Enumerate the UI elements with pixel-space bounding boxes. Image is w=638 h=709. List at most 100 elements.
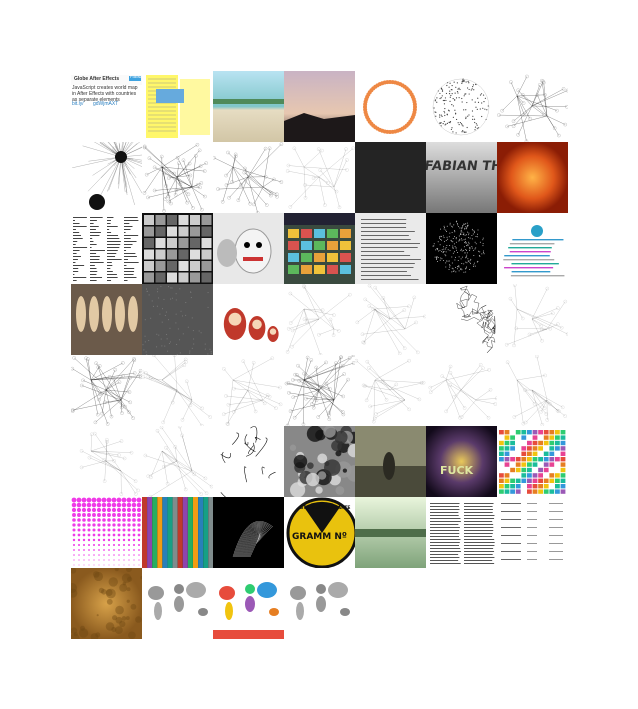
gallery-thumbnail[interactable] <box>497 284 568 355</box>
gallery-thumbnail[interactable] <box>213 284 284 355</box>
gallery-thumbnail[interactable] <box>71 142 142 213</box>
gallery-thumbnail[interactable] <box>355 284 426 355</box>
gallery-thumbnail[interactable] <box>284 355 355 426</box>
svg-text:FUCK: FUCK <box>440 464 474 477</box>
follow-button[interactable]: Follow <box>130 74 142 80</box>
gallery-thumbnail[interactable] <box>426 497 497 568</box>
thumbnail-image <box>142 497 213 568</box>
gallery-thumbnail[interactable] <box>497 71 568 142</box>
thumbnail-image <box>355 284 426 355</box>
thumbnail-image <box>71 497 142 568</box>
thumbnail-image <box>355 497 426 568</box>
gallery-thumbnail[interactable] <box>142 355 213 426</box>
thumbnail-image <box>213 284 284 355</box>
thumbnail-image <box>497 142 568 213</box>
thumbnail-image <box>355 142 426 213</box>
svg-text:STAHL-STECKKARTE: STAHL-STECKKARTE <box>300 505 351 511</box>
gallery-thumbnail[interactable]: Globe After Effects JavaScript creates wo… <box>71 71 142 142</box>
gallery-thumbnail[interactable] <box>497 497 568 568</box>
gallery-thumbnail[interactable] <box>284 142 355 213</box>
gallery-thumbnail[interactable] <box>142 284 213 355</box>
gallery-thumbnail[interactable] <box>71 355 142 426</box>
thumbnail-image <box>142 142 213 213</box>
gallery-thumbnail[interactable] <box>497 426 568 497</box>
gallery-thumbnail[interactable] <box>284 568 355 639</box>
gallery-thumbnail[interactable] <box>355 213 426 284</box>
gallery-thumbnail[interactable] <box>213 426 284 497</box>
gallery-thumbnail[interactable] <box>426 71 497 142</box>
gallery-thumbnail[interactable] <box>213 497 284 568</box>
gallery-thumbnail[interactable] <box>426 213 497 284</box>
thumbnail-image <box>213 142 284 213</box>
gallery-thumbnail[interactable] <box>213 71 284 142</box>
gallery-thumbnail[interactable] <box>497 213 568 284</box>
gallery-thumbnail[interactable] <box>71 426 142 497</box>
thumbnail-image <box>142 355 213 426</box>
gallery-thumbnail[interactable] <box>71 213 142 284</box>
thumbnail-image <box>426 213 497 284</box>
gallery-thumbnail[interactable] <box>213 213 284 284</box>
gallery-thumbnail[interactable] <box>142 426 213 497</box>
gallery-thumbnail[interactable] <box>71 497 142 568</box>
thumbnail-image <box>213 213 284 284</box>
thumbnail-image <box>284 568 355 639</box>
thumbnail-image <box>355 71 426 142</box>
gallery-thumbnail[interactable] <box>355 497 426 568</box>
thumbnail-image: FUCK <box>426 426 497 497</box>
thumbnail-image <box>213 71 284 142</box>
image-grid: Globe After Effects JavaScript creates wo… <box>71 71 568 639</box>
thumbnail-image <box>284 142 355 213</box>
gallery-thumbnail[interactable] <box>213 568 284 639</box>
thumbnail-image <box>213 497 284 568</box>
thumbnail-image <box>142 426 213 497</box>
thumbnail-image <box>142 213 213 284</box>
thumbnail-image <box>426 497 497 568</box>
gallery-thumbnail[interactable]: FABIAN THEBUI <box>426 142 497 213</box>
gallery-thumbnail[interactable] <box>355 355 426 426</box>
gallery-thumbnail[interactable] <box>426 284 497 355</box>
gallery-thumbnail[interactable] <box>284 71 355 142</box>
gallery-thumbnail[interactable] <box>142 213 213 284</box>
thumbnail-image <box>497 497 568 568</box>
gallery-thumbnail[interactable] <box>355 426 426 497</box>
thumbnail-image <box>142 568 213 639</box>
tweet-title: Globe After Effects <box>74 76 120 82</box>
tweet-link-code[interactable]: gdWjmAXT <box>93 101 118 107</box>
gallery-thumbnail[interactable] <box>142 142 213 213</box>
gallery-thumbnail[interactable] <box>426 355 497 426</box>
thumbnail-image <box>284 213 355 284</box>
thumbnail-image <box>497 355 568 426</box>
thumbnail-image <box>426 355 497 426</box>
gallery-thumbnail[interactable] <box>71 568 142 639</box>
thumbnail-image <box>71 426 142 497</box>
thumbnail-image <box>142 284 213 355</box>
thumbnail-image <box>497 71 568 142</box>
thumbnail-image <box>355 213 426 284</box>
thumbnail-image <box>497 426 568 497</box>
thumbnail-image <box>71 142 142 213</box>
svg-text:GRAMM Nº: GRAMM Nº <box>292 532 347 542</box>
thumbnail-image <box>71 355 142 426</box>
thumbnail-image <box>142 71 213 142</box>
gallery-thumbnail[interactable] <box>497 355 568 426</box>
gallery-thumbnail[interactable] <box>355 71 426 142</box>
gallery-thumbnail[interactable] <box>142 71 213 142</box>
gallery-thumbnail[interactable] <box>284 284 355 355</box>
thumbnail-image <box>213 355 284 426</box>
gallery-thumbnail[interactable]: STAHL-STECKKARTE GRAMM Nº <box>284 497 355 568</box>
gallery-thumbnail[interactable] <box>497 142 568 213</box>
gallery-thumbnail[interactable] <box>213 355 284 426</box>
gallery-thumbnail[interactable] <box>142 497 213 568</box>
tweet-link[interactable]: bit.ly/ <box>72 101 84 107</box>
gallery-thumbnail[interactable]: FUCK <box>426 426 497 497</box>
thumbnail-image <box>71 284 142 355</box>
gallery-thumbnail[interactable] <box>284 426 355 497</box>
gallery-thumbnail[interactable] <box>284 213 355 284</box>
gallery-thumbnail[interactable] <box>142 568 213 639</box>
thumbnail-image <box>284 355 355 426</box>
gallery-thumbnail[interactable] <box>355 142 426 213</box>
gallery-thumbnail[interactable] <box>71 284 142 355</box>
thumbnail-image <box>71 213 142 284</box>
gallery-thumbnail[interactable] <box>213 142 284 213</box>
thumbnail-image: FABIAN THEBUI <box>426 142 497 213</box>
